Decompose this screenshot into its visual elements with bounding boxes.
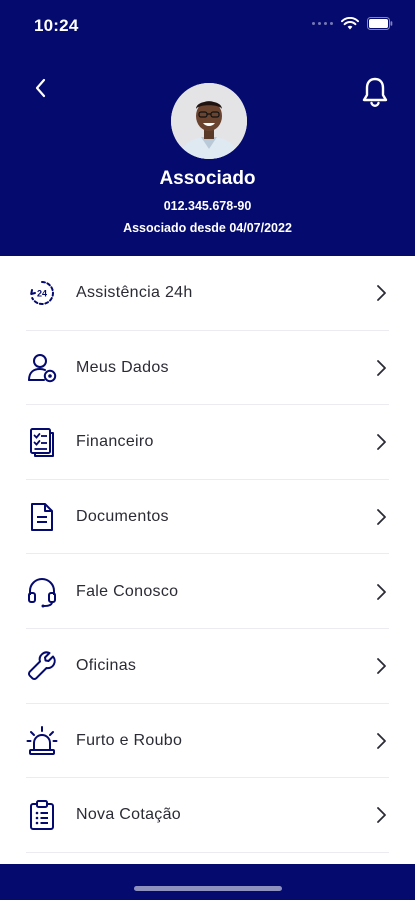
checklist-icon <box>30 428 54 458</box>
menu-item-financeiro[interactable]: Financeiro <box>0 405 415 480</box>
menu-item-label: Documentos <box>76 508 169 526</box>
menu-item-documentos[interactable]: Documentos <box>0 480 415 555</box>
menu-item-label: Oficinas <box>76 657 137 675</box>
menu-item-meus-dados[interactable]: Meus Dados <box>0 331 415 406</box>
home-indicator[interactable] <box>134 886 282 891</box>
siren-icon <box>26 725 58 755</box>
status-time: 10:24 <box>34 16 79 35</box>
chevron-right-icon <box>377 658 386 675</box>
menu-item-fale-conosco[interactable]: Fale Conosco <box>0 554 415 629</box>
profile-name: Associado <box>159 168 256 189</box>
avatar[interactable] <box>171 83 247 159</box>
battery-icon <box>367 17 393 30</box>
menu-item-label: Assistência 24h <box>76 284 193 302</box>
menu-item-label: Furto e Roubo <box>76 731 183 749</box>
menu-item-nova-cotacao[interactable]: Nova Cotação <box>0 778 415 853</box>
profile-header: 10:24 Associado 012.345.678-90 Associado… <box>0 0 415 256</box>
assistance-24h-icon: 24 <box>30 281 54 306</box>
chevron-left-icon <box>35 78 46 98</box>
menu-item-label: Meus Dados <box>76 358 169 376</box>
profile-menu: 24 Assistência 24h Meus Dados Financeiro… <box>0 256 415 853</box>
wrench-icon <box>27 651 56 681</box>
menu-item-assistencia-24h[interactable]: 24 Assistência 24h <box>0 256 415 331</box>
chevron-right-icon <box>377 732 386 749</box>
status-icons <box>312 17 393 30</box>
notifications-button[interactable] <box>361 76 389 108</box>
bottom-bar <box>0 864 415 900</box>
profile-id-number: 012.345.678-90 <box>163 199 252 213</box>
svg-text:24: 24 <box>37 289 47 299</box>
chevron-right-icon <box>377 285 386 302</box>
menu-item-furto-e-roubo[interactable]: Furto e Roubo <box>0 704 415 779</box>
chevron-right-icon <box>377 583 386 600</box>
document-icon <box>31 503 53 532</box>
clipboard-list-icon <box>30 800 54 831</box>
wifi-icon <box>341 17 359 30</box>
menu-item-label: Fale Conosco <box>76 582 179 600</box>
chevron-right-icon <box>377 359 386 376</box>
chevron-right-icon <box>377 434 386 451</box>
back-button[interactable] <box>30 76 54 100</box>
user-settings-icon <box>28 353 57 383</box>
member-since: Associado desde 04/07/2022 <box>123 221 292 235</box>
signal-icon <box>312 22 333 25</box>
menu-item-label: Financeiro <box>76 433 154 451</box>
menu-item-oficinas[interactable]: Oficinas <box>0 629 415 704</box>
chevron-right-icon <box>377 509 386 525</box>
bell-icon <box>362 77 388 107</box>
chevron-right-icon <box>377 807 386 824</box>
avatar-photo <box>171 83 247 159</box>
menu-item-label: Nova Cotação <box>76 806 181 824</box>
headset-icon <box>28 577 56 608</box>
